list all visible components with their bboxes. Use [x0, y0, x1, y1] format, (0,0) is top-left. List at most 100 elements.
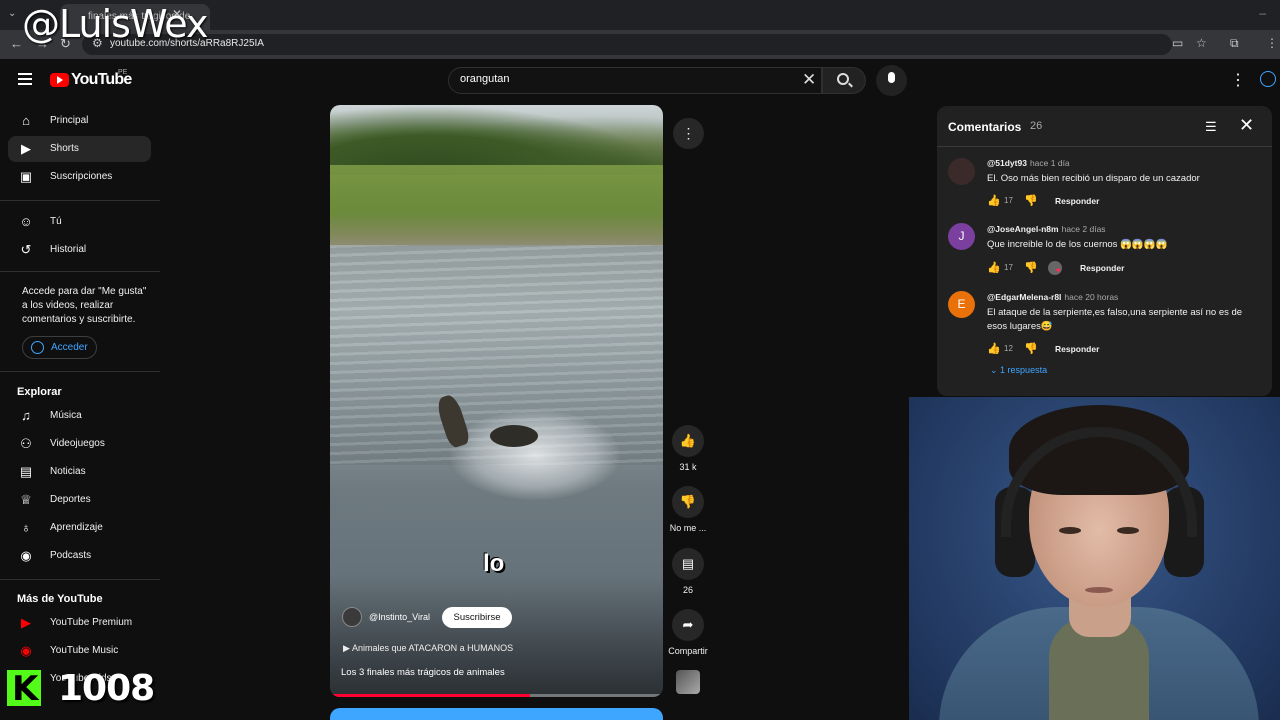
- tab-list-chevron-icon[interactable]: ⌄: [8, 8, 16, 19]
- news-icon: ▤: [19, 464, 33, 479]
- comment-author[interactable]: @JoseAngel-n8m hace 2 días: [987, 224, 1106, 234]
- comment-like-icon[interactable]: 👍: [987, 342, 1001, 355]
- comment-dislike-icon[interactable]: 👎: [1024, 194, 1038, 207]
- reply-button[interactable]: Responder: [1080, 263, 1124, 273]
- sidebar-item-historial[interactable]: ↺ Historial: [8, 237, 151, 263]
- settings-kebab-icon[interactable]: ⋮: [1230, 70, 1246, 90]
- youtube-premium-icon: ▶: [21, 615, 31, 630]
- sidebar-item-label: Música: [50, 410, 82, 421]
- comment-author-handle: @51dyt93: [987, 158, 1027, 168]
- comment-time: hace 2 días: [1061, 224, 1106, 234]
- region-code: PE: [118, 69, 128, 76]
- share-arrow-icon: ➦: [682, 617, 694, 632]
- share-button[interactable]: ➦: [672, 609, 704, 641]
- comment-like-icon[interactable]: 👍: [987, 194, 1001, 207]
- sidebar-item-suscripciones[interactable]: ▣ Suscripciones: [8, 164, 151, 190]
- sidebar-divider: [0, 579, 160, 580]
- playlist-link[interactable]: ▶ Animales que ATACARON a HUMANOS: [343, 643, 513, 654]
- sidebar-item-label: YouTube Music: [50, 645, 119, 656]
- sidebar-item-principal[interactable]: ⌂ Principal: [8, 108, 151, 134]
- short-video-player[interactable]: lo @Instinto_Viral Suscribirse ▶ Animale…: [330, 105, 663, 697]
- play-icon: ▶: [343, 643, 352, 653]
- dislike-button[interactable]: 👎: [672, 486, 704, 518]
- comment-author[interactable]: @EdgarMelena-r8l hace 20 horas: [987, 292, 1118, 302]
- like-count: 31 k: [679, 462, 697, 472]
- sidebar-item-youtube-music[interactable]: ◉ YouTube Music: [8, 638, 151, 664]
- signin-button[interactable]: Acceder: [22, 336, 97, 359]
- sidebar-item-label: YouTube Premium: [50, 617, 133, 628]
- comments-divider: [937, 146, 1272, 147]
- cast-icon[interactable]: ▭: [1172, 36, 1183, 50]
- like-button[interactable]: 👍: [672, 425, 704, 457]
- bookmark-star-icon[interactable]: ☆: [1196, 36, 1207, 50]
- reply-button[interactable]: Responder: [1055, 196, 1099, 206]
- comment-author[interactable]: @51dyt93 hace 1 día: [987, 158, 1070, 168]
- shorts-icon: ▶: [21, 141, 31, 156]
- comment-dislike-icon[interactable]: 👎: [1024, 261, 1038, 274]
- subscribe-button[interactable]: Suscribirse: [442, 607, 512, 628]
- comment-avatar[interactable]: J: [948, 223, 975, 250]
- more-options-button[interactable]: ⋮: [673, 118, 704, 149]
- sidebar-item-musica[interactable]: ♫ Música: [8, 403, 151, 429]
- reply-button[interactable]: Responder: [1055, 344, 1099, 354]
- sidebar-item-aprendizaje[interactable]: ♁ Aprendizaje: [8, 515, 151, 541]
- video-progress-fill: [330, 694, 530, 697]
- thumbs-down-icon: 👎: [679, 494, 697, 509]
- view-replies-button[interactable]: ⌄ 1 respuesta: [990, 365, 1047, 376]
- sound-channel-thumbnail[interactable]: [676, 670, 700, 694]
- sidebar-item-label: Historial: [50, 244, 87, 255]
- video-title[interactable]: Los 3 finales más trágicos de animales: [341, 667, 505, 678]
- youtube-music-icon: ◉: [20, 643, 32, 658]
- viewer-count: 1008: [58, 668, 155, 709]
- video-progress-bar[interactable]: [330, 694, 663, 697]
- comment-like-count: 12: [1004, 344, 1013, 353]
- sidebar-item-youtube-premium[interactable]: ▶ YouTube Premium: [8, 610, 151, 636]
- microphone-icon: [888, 72, 895, 83]
- extensions-icon[interactable]: ⧉: [1230, 36, 1239, 51]
- sidebar-item-videojuegos[interactable]: ⚇ Videojuegos: [8, 431, 151, 457]
- channel-name[interactable]: @Instinto_Viral: [369, 612, 430, 622]
- comments-count: 26: [1030, 120, 1043, 132]
- comment-text: Que increible lo de los cuernos 😱😱😱😱: [987, 239, 1168, 250]
- sidebar-item-noticias[interactable]: ▤ Noticias: [8, 459, 151, 485]
- window-minimize-icon[interactable]: –: [1259, 6, 1266, 20]
- sort-icon[interactable]: ☰: [1205, 119, 1217, 135]
- screen: ⌄ finales más trágicos de ✕ – ← → ↻ ⚙ yo…: [0, 0, 1280, 720]
- next-short-preview[interactable]: [330, 708, 663, 720]
- sidebar-item-podcasts[interactable]: ◉ Podcasts: [8, 543, 151, 569]
- sidebar-item-shorts[interactable]: ▶ Shorts: [8, 136, 151, 162]
- comment-avatar[interactable]: [948, 158, 975, 185]
- sidebar-item-deportes[interactable]: ♕ Deportes: [8, 487, 151, 513]
- streamer-webcam: [909, 397, 1280, 720]
- home-icon: ⌂: [22, 113, 30, 128]
- comment-avatar[interactable]: E: [948, 291, 975, 318]
- clear-search-icon[interactable]: ✕: [802, 70, 816, 90]
- video-bottom-gradient: [330, 575, 663, 697]
- thumbs-up-icon: 👍: [679, 433, 697, 448]
- comment-like-icon[interactable]: 👍: [987, 261, 1001, 274]
- sidebar-item-tu[interactable]: ☺ Tú: [8, 209, 151, 235]
- close-icon[interactable]: ✕: [1239, 115, 1254, 136]
- gaming-icon: ⚇: [20, 436, 32, 451]
- account-icon[interactable]: [1260, 71, 1276, 87]
- kick-logo-icon: [7, 669, 41, 709]
- menu-icon[interactable]: [18, 73, 32, 85]
- search-input-value: orangutan: [460, 73, 510, 85]
- sidebar-item-label: Deportes: [50, 494, 91, 505]
- comments-title: Comentarios: [948, 120, 1022, 134]
- dislike-label: No me ...: [669, 523, 707, 533]
- comment-text: El. Oso más bien recibió un disparo de u…: [987, 173, 1200, 184]
- sidebar-item-label: Suscripciones: [50, 171, 113, 182]
- comments-button[interactable]: ▤: [672, 548, 704, 580]
- sidebar-divider: [0, 371, 160, 372]
- more-from-youtube-heading: Más de YouTube: [17, 593, 103, 605]
- sidebar-divider: [0, 200, 160, 201]
- share-label: Compartir: [668, 646, 708, 656]
- browser-menu-icon[interactable]: ⋮: [1266, 36, 1278, 50]
- video-frame-riverbank: [330, 165, 663, 245]
- channel-avatar[interactable]: [342, 607, 362, 627]
- comment-icon: ▤: [681, 556, 695, 571]
- comment-dislike-icon[interactable]: 👎: [1024, 342, 1038, 355]
- youtube-logo-icon[interactable]: [50, 73, 69, 87]
- sidebar-item-label: Shorts: [50, 143, 79, 154]
